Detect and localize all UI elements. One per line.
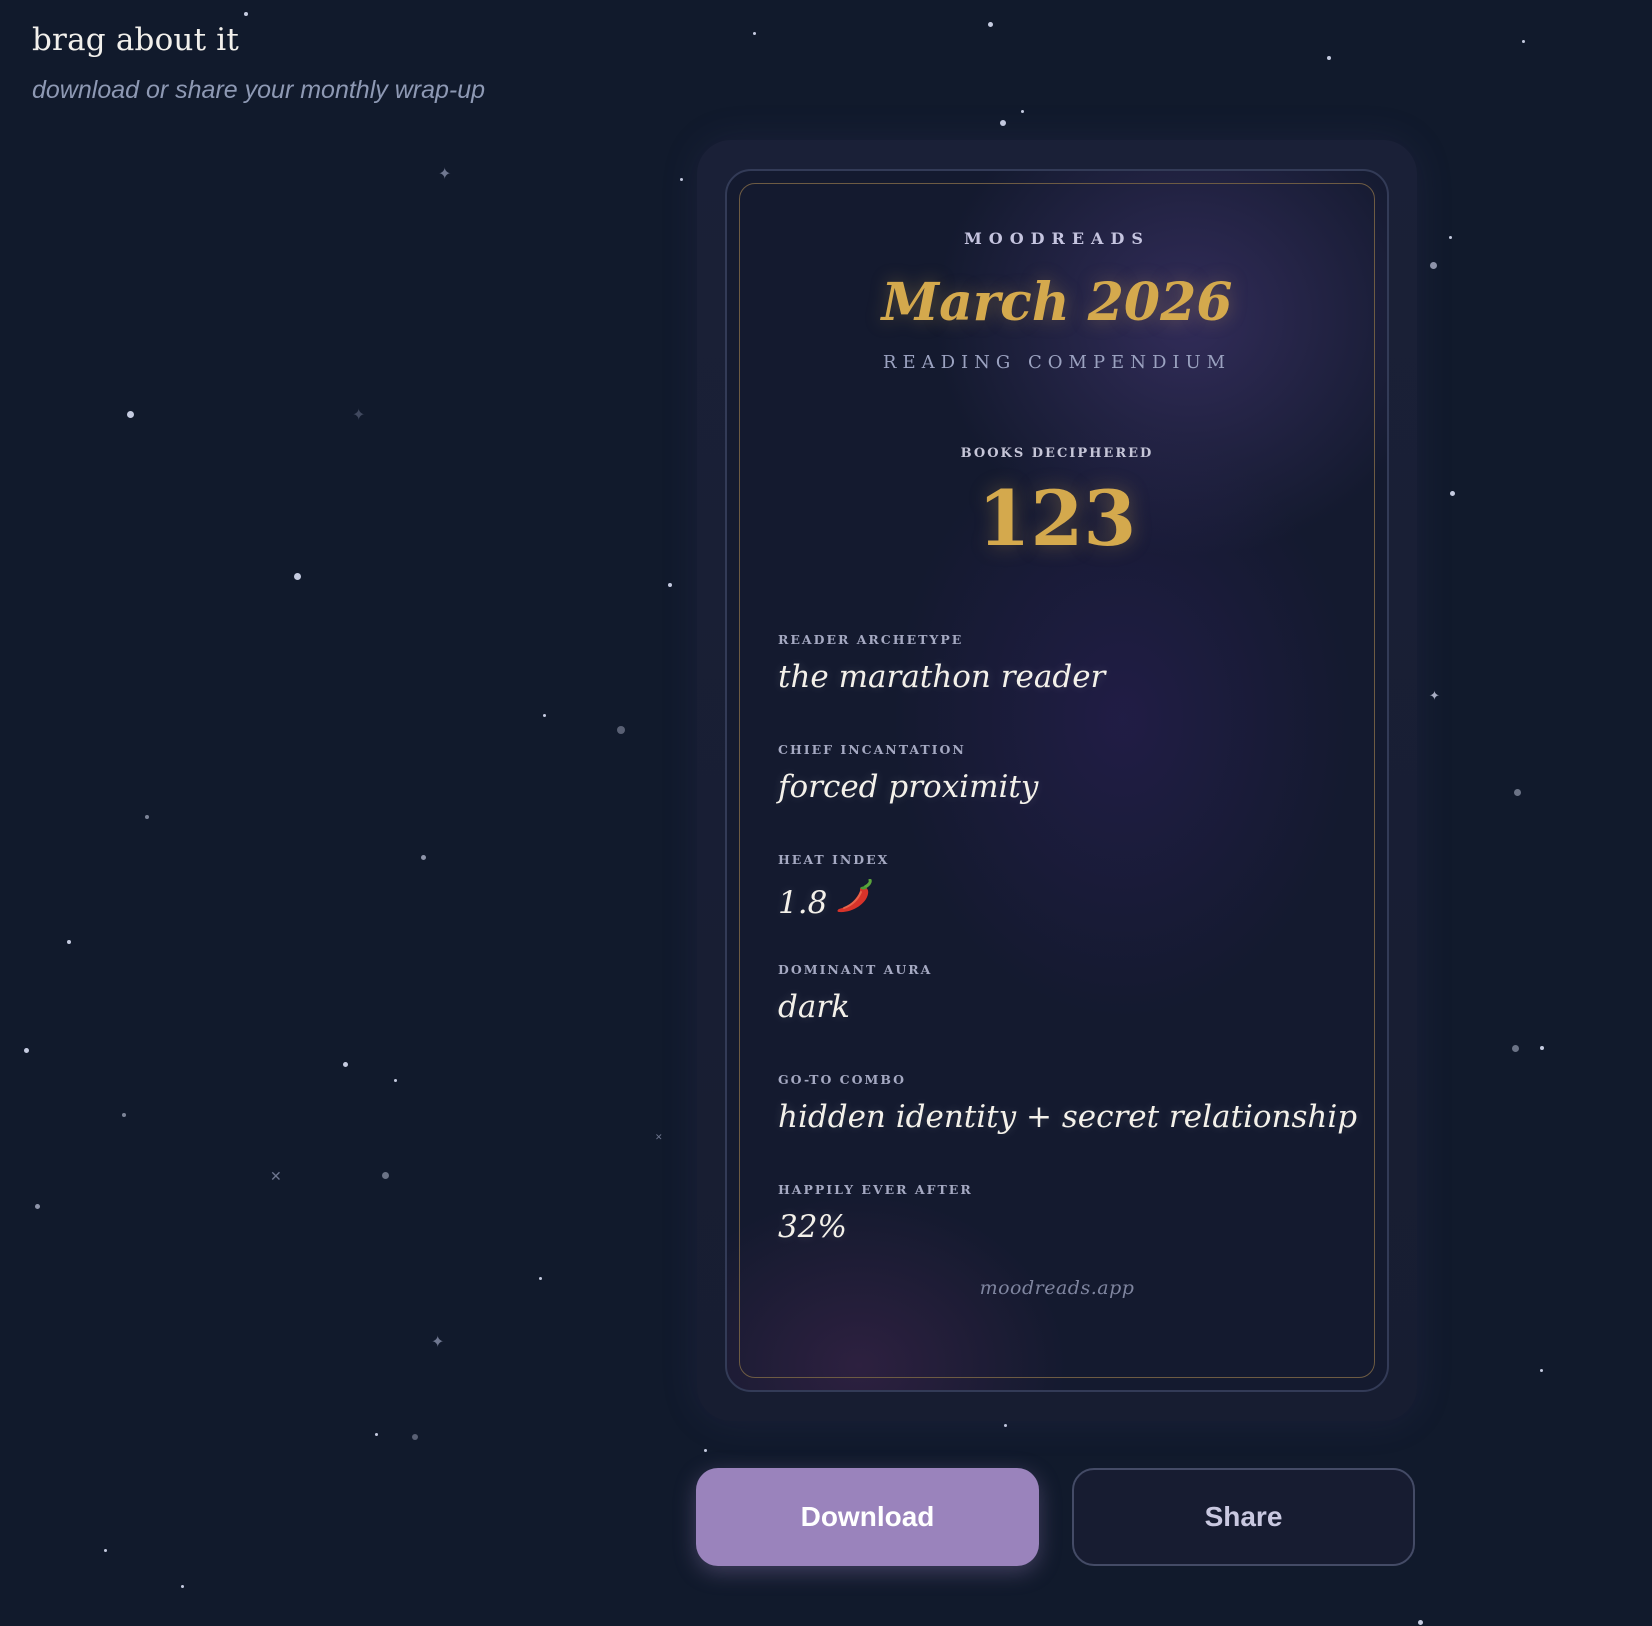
star [181,1585,184,1588]
stat-value-row: 1.8 [778,878,889,925]
books-count-label: BOOKS DECIPHERED [960,446,1154,461]
share-button[interactable]: Share [1072,1468,1415,1566]
star [1512,1045,1519,1052]
star [1021,110,1024,113]
star [1540,1369,1543,1372]
star [1000,120,1006,126]
stat-dominant-aura: DOMINANT AURA dark [778,962,932,1025]
month-title: March 2026 [881,272,1233,333]
star [543,714,546,717]
stat-value: the marathon reader [778,659,1106,695]
sparkle: ✦ [352,405,366,424]
page-subtitle: download or share your monthly wrap-up [32,76,486,104]
star [1449,236,1452,239]
star [1430,262,1437,269]
star [680,178,683,181]
star [539,1277,542,1280]
star [988,22,993,27]
star [704,1449,707,1452]
star [421,855,426,860]
star [668,583,672,587]
wrap-up-card: MOODREADS March 2026 READING COMPENDIUM … [725,169,1389,1392]
brand-name: MOODREADS [964,229,1150,248]
stat-label: CHIEF INCANTATION [778,742,966,757]
download-button[interactable]: Download [696,1468,1039,1566]
stat-happily-ever-after: HAPPILY EVER AFTER 32% [778,1182,973,1245]
sparkle: ✕ [270,1169,282,1185]
stat-label: HAPPILY EVER AFTER [778,1182,973,1197]
star [375,1433,378,1436]
sparkle: ✕ [655,1133,663,1143]
sparkle: ✦ [1429,689,1440,704]
star [145,815,149,819]
books-count: 123 [977,474,1137,563]
stat-reader-archetype: READER ARCHETYPE the marathon reader [778,632,1105,695]
stat-label: HEAT INDEX [778,852,890,867]
star [104,1549,107,1552]
stat-chief-incantation: CHIEF INCANTATION forced proximity [778,742,1038,805]
stat-heat-index: HEAT INDEX 1.8 [778,852,889,925]
star [382,1172,389,1179]
stat-go-to-combo: GO-TO COMBO hidden identity + secret rel… [778,1072,1357,1135]
stat-value: 1.8 [778,885,828,921]
stat-value: hidden identity + secret relationship [778,1099,1358,1135]
star [24,1048,29,1053]
star [1540,1046,1544,1050]
star [1450,491,1455,496]
stat-value: 32% [778,1209,847,1245]
chili-pepper-icon [835,878,875,925]
star [394,1079,397,1082]
star [1418,1620,1423,1625]
star [294,573,301,580]
star [67,940,71,944]
stat-label: GO-TO COMBO [778,1072,907,1087]
card-subtitle: READING COMPENDIUM [882,352,1232,373]
star [244,12,248,16]
star [35,1204,40,1209]
star [753,32,756,35]
star [1004,1424,1007,1427]
star [412,1434,418,1440]
star [127,411,134,418]
star [1522,40,1525,43]
card-gold-border: MOODREADS March 2026 READING COMPENDIUM … [739,183,1375,1378]
stat-label: READER ARCHETYPE [778,632,964,647]
stat-label: DOMINANT AURA [778,962,933,977]
stat-value: dark [778,989,850,1025]
star [1327,56,1331,60]
wrap-up-card-container: MOODREADS March 2026 READING COMPENDIUM … [697,140,1417,1421]
star [122,1113,126,1117]
sparkle: ✦ [438,164,452,183]
card-footer-url: moodreads.app [979,1277,1135,1299]
star [343,1062,348,1067]
page-title: brag about it [32,22,240,58]
star [1514,789,1521,796]
star [617,726,625,734]
sparkle: ✦ [431,1332,445,1351]
stat-value: forced proximity [778,769,1039,805]
